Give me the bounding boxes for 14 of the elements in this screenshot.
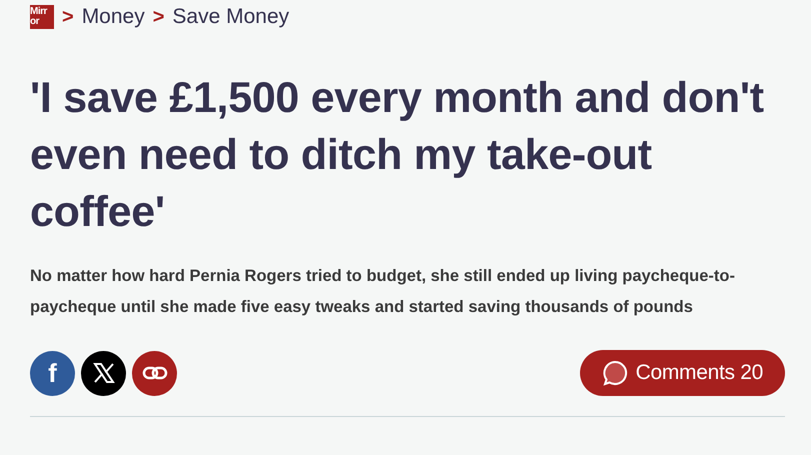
standfirst: No matter how hard Pernia Rogers tried to budget, she still ended up living paycheque-to-paycheque until she made five easy tweaks and started saving thousands of pounds	[30, 266, 736, 318]
chevron-icon: >	[152, 6, 164, 28]
copy-link-button[interactable]	[132, 350, 177, 396]
share-button[interactable]: f	[30, 350, 75, 396]
headline: 'I save £1,500 every month and don't even need to ditch my take-out coffee'	[30, 73, 765, 238]
breadcrumb-link[interactable]: Money	[82, 5, 145, 29]
comments-button[interactable]: Comments 20	[580, 350, 785, 396]
breadcrumb-link[interactable]: Save Money	[172, 5, 290, 29]
link-icon	[142, 365, 168, 381]
x-icon	[92, 362, 114, 384]
speech-bubble-icon	[602, 360, 628, 386]
chevron-icon: >	[62, 6, 74, 28]
logo[interactable]: Mirr or	[30, 5, 54, 29]
share-button[interactable]	[81, 350, 126, 396]
